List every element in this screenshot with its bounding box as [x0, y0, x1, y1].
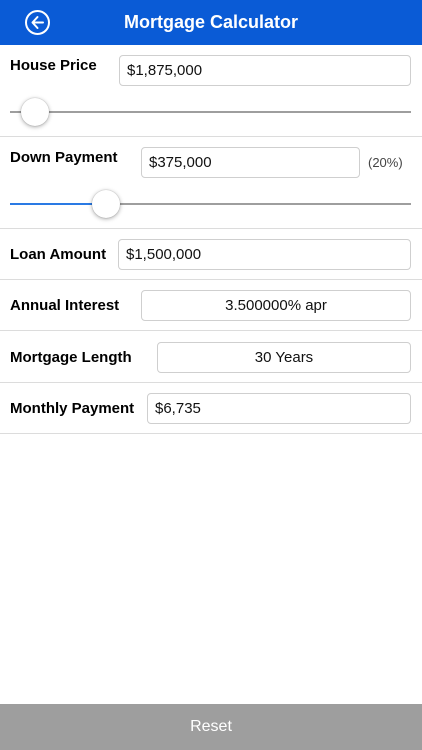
loan-amount-row: Loan Amount $1,500,000	[0, 229, 422, 280]
down-payment-input[interactable]: $375,000	[141, 147, 360, 178]
down-payment-percent: (20%)	[368, 155, 403, 170]
monthly-payment-field: $6,735	[147, 393, 411, 424]
reset-button[interactable]: Reset	[0, 704, 422, 750]
mortgage-length-row: Mortgage Length 30 Years	[0, 331, 422, 383]
down-payment-row: Down Payment $375,000 (20%)	[0, 137, 422, 229]
house-price-input[interactable]: $1,875,000	[119, 55, 411, 86]
monthly-payment-row: Monthly Payment $6,735	[0, 383, 422, 434]
house-price-row: House Price $1,875,000	[0, 45, 422, 137]
loan-amount-input[interactable]: $1,500,000	[118, 239, 411, 270]
annual-interest-row: Annual Interest 3.500000% apr	[0, 280, 422, 331]
slider-track	[10, 111, 411, 113]
page-title: Mortgage Calculator	[123, 12, 299, 32]
loan-amount-label: Loan Amount	[10, 246, 107, 263]
down-payment-slider[interactable]	[10, 189, 411, 219]
slider-thumb[interactable]	[92, 190, 120, 218]
down-payment-label: Down Payment	[10, 149, 118, 166]
annual-interest-label: Annual Interest	[10, 297, 120, 314]
house-price-slider[interactable]	[10, 97, 411, 127]
mortgage-length-field[interactable]: 30 Years	[157, 342, 411, 373]
monthly-payment-label: Monthly Payment	[10, 400, 135, 417]
header-bar: Mortgage Calculator	[0, 0, 422, 45]
app: Mortgage Calculator House Price $1,875,0…	[0, 0, 422, 750]
annual-interest-field[interactable]: 3.500000% apr	[141, 290, 411, 321]
mortgage-length-label: Mortgage Length	[10, 349, 132, 366]
slider-thumb[interactable]	[21, 98, 49, 126]
house-price-label: House Price	[10, 57, 97, 74]
